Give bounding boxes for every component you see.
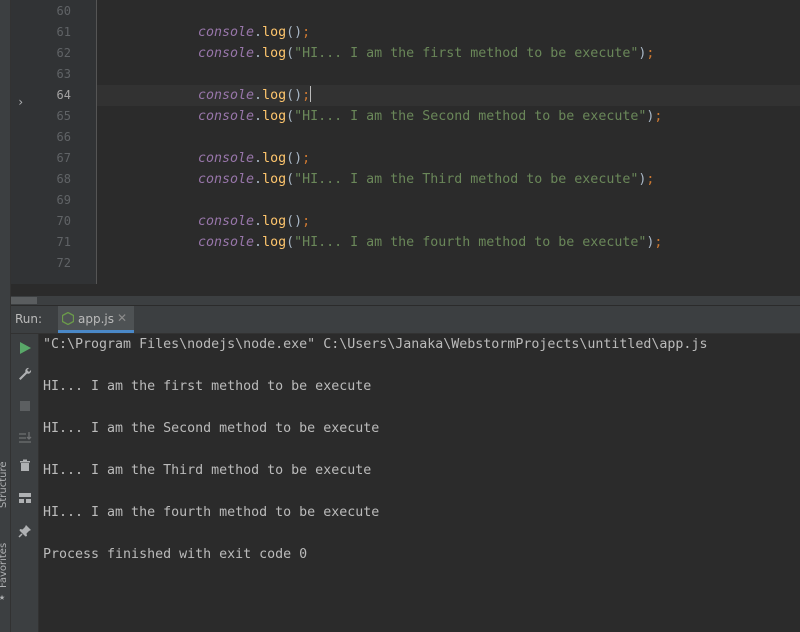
horizontal-scrollbar[interactable]	[11, 296, 800, 305]
pin-icon[interactable]	[17, 523, 33, 539]
code-line-current: console.log();	[198, 86, 312, 103]
console-output[interactable]: "C:\Program Files\nodejs\node.exe" C:\Us…	[39, 334, 800, 632]
line-number: 67	[56, 151, 71, 165]
console-line: HI... I am the Third method to be execut…	[43, 463, 372, 478]
line-number: 62	[56, 46, 71, 60]
run-label: Run:	[15, 312, 43, 326]
text-cursor	[310, 86, 312, 102]
console-line: Process finished with exit code 0	[43, 547, 308, 562]
chevron-right-icon[interactable]: ›	[17, 95, 24, 109]
left-tool-strip: Structure Favorites ★	[0, 0, 11, 632]
code-line: console.log();	[198, 214, 311, 229]
console-line: HI... I am the Second method to be execu…	[43, 421, 380, 436]
structure-tab[interactable]: Structure	[0, 450, 10, 508]
code-line: console.log();	[198, 25, 311, 40]
line-number: 69	[56, 193, 71, 207]
line-number: 68	[56, 172, 71, 186]
editor-tool-gutter: ›	[11, 0, 39, 284]
console-line: HI... I am the first method to be execut…	[43, 379, 372, 394]
layout-icon[interactable]	[17, 490, 33, 506]
line-number: 63	[56, 67, 71, 81]
close-icon[interactable]: ✕	[117, 311, 127, 325]
run-icon[interactable]	[17, 340, 33, 356]
star-icon: ★	[0, 592, 6, 603]
scroll-to-end-icon[interactable]	[17, 430, 33, 446]
favorites-tab[interactable]: Favorites	[0, 540, 10, 588]
line-number: 61	[56, 25, 71, 39]
scrollbar-thumb[interactable]	[11, 297, 37, 304]
line-number: 70	[56, 214, 71, 228]
console-line: "C:\Program Files\nodejs\node.exe" C:\Us…	[43, 337, 708, 352]
run-tool-window-header: Run: app.js ✕	[11, 306, 800, 334]
run-tab-app-js[interactable]: app.js ✕	[58, 306, 134, 333]
line-number: 72	[56, 256, 71, 270]
run-toolbar	[11, 334, 39, 632]
console-line: HI... I am the fourth method to be execu…	[43, 505, 380, 520]
code-editor[interactable]: › 60 61 62 63 64 65 66 67 68 69 70 71 72…	[11, 0, 800, 284]
stop-icon[interactable]	[17, 398, 33, 414]
line-number: 66	[56, 130, 71, 144]
node-icon	[62, 312, 74, 325]
wrench-icon[interactable]	[17, 366, 33, 382]
line-number: 71	[56, 235, 71, 249]
code-line: console.log("HI... I am the fourth metho…	[198, 235, 663, 250]
code-line: console.log("HI... I am the Second metho…	[198, 109, 663, 124]
code-line: console.log("HI... I am the first method…	[198, 46, 655, 61]
line-number-current: 64	[56, 88, 71, 102]
line-number: 65	[56, 109, 71, 123]
code-line: console.log("HI... I am the Third method…	[198, 172, 655, 187]
run-tab-label: app.js	[78, 312, 114, 326]
code-line: console.log();	[198, 151, 311, 166]
line-number: 60	[56, 4, 71, 18]
trash-icon[interactable]	[17, 457, 33, 473]
